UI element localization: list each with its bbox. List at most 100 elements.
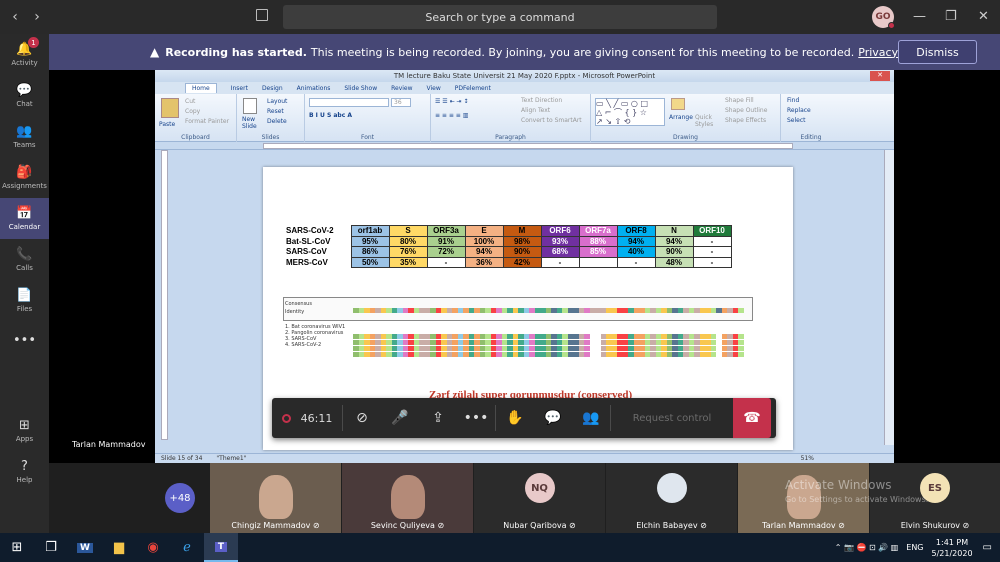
chrome-icon[interactable]: ◉: [136, 533, 170, 562]
delete-button[interactable]: Delete: [267, 118, 287, 125]
avatar: [656, 473, 687, 503]
paste-button[interactable]: Paste: [159, 121, 175, 128]
ribbon-group-paragraph: ☰ ☰ ⇤ ⇥ ↕ ≡ ≡ ≡ ≡ ▥ Text Direction Align…: [431, 94, 591, 142]
teams-taskbar-icon[interactable]: T: [204, 533, 238, 562]
align-text-button[interactable]: Align Text: [521, 107, 550, 114]
convert-smartart-button[interactable]: Convert to SmartArt: [521, 117, 582, 124]
overflow-participants[interactable]: +48: [165, 483, 195, 513]
find-button[interactable]: Find: [787, 97, 799, 104]
rail-item-help[interactable]: ? Help: [0, 451, 49, 492]
assignments-icon: 🎒: [16, 165, 33, 180]
notifications-icon[interactable]: ▭: [983, 542, 992, 553]
quick-styles-button[interactable]: Quick Styles: [695, 114, 717, 128]
replace-button[interactable]: Replace: [787, 107, 811, 114]
banner-title: Recording has started.: [165, 45, 307, 59]
ppt-tab-home[interactable]: Home: [185, 83, 217, 93]
back-button[interactable]: ‹: [4, 9, 26, 25]
zoom-level[interactable]: 51%: [801, 455, 814, 462]
reset-button[interactable]: Reset: [267, 108, 284, 115]
task-view-icon[interactable]: ❐: [34, 533, 68, 562]
more-actions-icon[interactable]: •••: [457, 398, 495, 438]
text-direction-button[interactable]: Text Direction: [521, 97, 562, 104]
windows-taskbar: ⊞ ❐ W ▆ ◉ ℯ T ⌃ 📷 ⛔ ⊡ 🔊 ▥ ENG 1:41 PM 5/…: [0, 533, 1000, 562]
sequence-row: [353, 298, 744, 313]
rail-label: Calendar: [8, 223, 41, 231]
align-icons[interactable]: ≡ ≡ ≡ ≡ ▥: [435, 112, 468, 119]
help-icon: ?: [21, 459, 28, 474]
shape-fill-button[interactable]: Shape Fill: [725, 97, 754, 104]
ppt-tab-design[interactable]: Design: [262, 85, 283, 92]
font-format-buttons[interactable]: B I U S abc A: [309, 112, 352, 119]
chat-icon[interactable]: 💬: [534, 398, 572, 438]
rail-item-files[interactable]: 📄 Files: [0, 280, 49, 321]
table-cell: 98%: [502, 235, 542, 247]
close-icon[interactable]: ✕: [978, 9, 989, 24]
language-indicator[interactable]: ENG: [906, 543, 923, 552]
new-slide-icon[interactable]: [243, 98, 257, 114]
participant-tile[interactable]: Elchin Babayev ⊘: [606, 463, 737, 533]
rail-label: Calls: [16, 264, 33, 272]
ppt-tab-pdfelement[interactable]: PDFelement: [455, 85, 491, 92]
font-size-field[interactable]: 36: [391, 98, 411, 107]
ppt-tab-animations[interactable]: Animations: [297, 85, 331, 92]
raise-hand-icon[interactable]: ✋: [496, 398, 534, 438]
presenter-name: Tarlan Mammadov: [72, 440, 146, 449]
row-label: Bat-SL-CoV: [286, 236, 331, 246]
ppt-tab-insert[interactable]: Insert: [231, 85, 248, 92]
request-control-button[interactable]: Request control: [611, 413, 733, 424]
ppt-close-icon[interactable]: ✕: [870, 71, 890, 81]
shape-effects-button[interactable]: Shape Effects: [725, 117, 766, 124]
select-button[interactable]: Select: [787, 117, 806, 124]
font-name-field[interactable]: [309, 98, 389, 107]
rail-item-activity[interactable]: 🔔 Activity 1: [0, 34, 49, 75]
activation-watermark: Activate Windows: [785, 478, 892, 492]
word-icon[interactable]: W: [68, 533, 102, 562]
participant-tile[interactable]: Sevinc Quliyeva ⊘: [342, 463, 473, 533]
rail-item-assignments[interactable]: 🎒 Assignments: [0, 157, 49, 198]
share-screen-icon[interactable]: ⇪: [419, 398, 457, 438]
list-icons[interactable]: ☰ ☰ ⇤ ⇥ ↕: [435, 98, 468, 105]
profile-avatar[interactable]: GO: [872, 6, 895, 29]
shapes-gallery[interactable]: ▭ ╲ ╱ ▭ ○ □ △ ⌐ ⌒ { } ☆ ↗ ↘ ⇧ ⟲: [595, 98, 665, 126]
dismiss-button[interactable]: Dismiss: [898, 40, 977, 64]
hang-up-button[interactable]: ☎: [733, 398, 771, 438]
new-slide-button[interactable]: New Slide: [242, 116, 262, 130]
rail-item-more[interactable]: •••: [0, 321, 49, 362]
clock-date: 5/21/2020: [931, 548, 973, 558]
rail-label: Activity: [11, 59, 38, 67]
rail-item-apps[interactable]: ⊞ Apps: [0, 410, 49, 451]
format-painter-button[interactable]: Format Painter: [185, 118, 229, 125]
compose-icon[interactable]: [256, 9, 268, 21]
participant-tile[interactable]: NQ Nubar Qaribova ⊘: [474, 463, 605, 533]
vertical-scrollbar[interactable]: [884, 150, 894, 445]
search-box[interactable]: Search or type a command: [283, 5, 717, 29]
tray-icons[interactable]: ⌃ 📷 ⛔ ⊡ 🔊 ▥: [835, 543, 899, 552]
mic-off-icon[interactable]: 🎤: [381, 398, 419, 438]
rail-item-calendar[interactable]: 📅 Calendar: [0, 198, 49, 239]
ppt-tab-view[interactable]: View: [427, 85, 441, 92]
layout-button[interactable]: Layout: [267, 98, 287, 105]
rail-item-teams[interactable]: 👥 Teams: [0, 116, 49, 157]
participants-icon[interactable]: 👥: [572, 398, 610, 438]
edge-icon[interactable]: ℯ: [170, 533, 204, 562]
cut-button[interactable]: Cut: [185, 98, 195, 105]
maximize-icon[interactable]: ❐: [945, 9, 957, 24]
start-icon[interactable]: ⊞: [0, 533, 34, 562]
ppt-tab-review[interactable]: Review: [391, 85, 412, 92]
participant-tile[interactable]: Chingiz Mammadov ⊘: [210, 463, 341, 533]
rail-item-calls[interactable]: 📞 Calls: [0, 239, 49, 280]
rail-item-chat[interactable]: 💬 Chat: [0, 75, 49, 116]
arrange-icon[interactable]: [671, 98, 685, 110]
minimize-icon[interactable]: —: [913, 9, 926, 24]
table-cell: -: [692, 235, 732, 247]
ppt-tab-slide-show[interactable]: Slide Show: [344, 85, 377, 92]
clock[interactable]: 1:41 PM 5/21/2020: [932, 537, 973, 559]
arrange-button[interactable]: Arrange: [669, 114, 693, 121]
file-explorer-icon[interactable]: ▆: [102, 533, 136, 562]
forward-button[interactable]: ›: [26, 9, 48, 25]
app-rail: 🔔 Activity 1 💬 Chat 👥 Teams 🎒 Assignments 📅 Calend…: [0, 34, 49, 533]
copy-button[interactable]: Copy: [185, 108, 200, 115]
shape-outline-button[interactable]: Shape Outline: [725, 107, 767, 114]
camera-off-icon[interactable]: ⊘: [343, 398, 381, 438]
paste-icon[interactable]: [161, 98, 179, 118]
